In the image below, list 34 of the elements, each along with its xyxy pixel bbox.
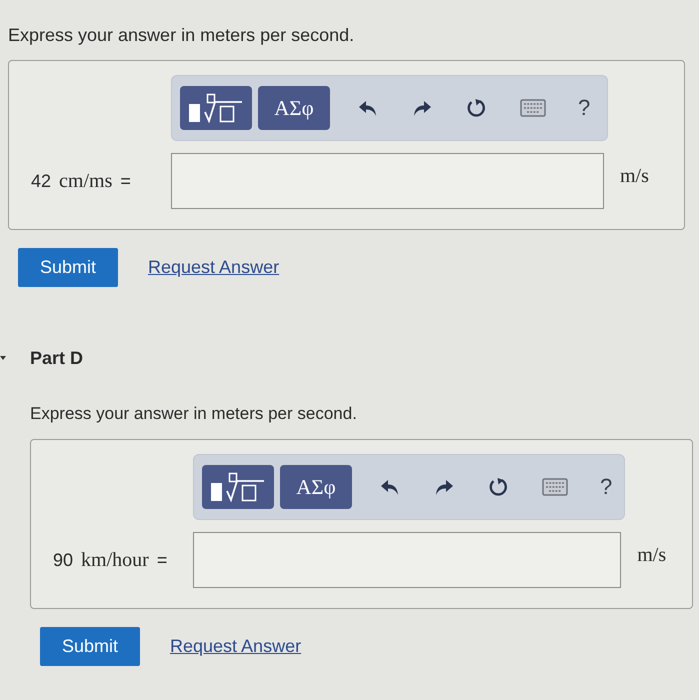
keyboard-icon[interactable] [542,478,568,496]
help-button[interactable]: ? [600,474,612,500]
greek-symbols-button[interactable]: ΑΣφ [280,465,352,509]
given-unit: cm/ms [59,170,112,192]
help-button[interactable]: ? [578,95,590,121]
instruction-text: Express your answer in meters per second. [30,403,358,425]
caret-icon[interactable] [0,355,6,361]
root-template-icon [210,472,266,502]
undo-icon[interactable] [380,477,400,497]
request-answer-link[interactable]: Request Answer [148,257,280,278]
redo-icon[interactable] [434,477,454,497]
given-unit: km/hour [81,548,149,572]
reset-icon[interactable] [466,98,486,118]
greek-symbols-button[interactable]: ΑΣφ [258,86,330,130]
root-template-icon [188,93,244,123]
template-button[interactable] [202,465,274,509]
part-title: Part D [30,347,84,369]
submit-button[interactable]: Submit [18,248,118,287]
request-answer-link[interactable]: Request Answer [170,636,302,657]
answer-field[interactable] [193,532,622,588]
answer-unit: m/s [619,164,650,188]
equals-sign: = [120,170,131,192]
answer-field[interactable] [171,153,604,209]
undo-icon[interactable] [358,98,378,118]
reset-icon[interactable] [488,477,508,497]
given-value: 42 [31,170,52,192]
instruction-text: Express your answer in meters per second. [8,24,356,46]
redo-icon[interactable] [412,98,432,118]
answer-unit: m/s [636,543,668,567]
template-button[interactable] [180,86,252,130]
submit-button[interactable]: Submit [40,627,140,666]
keyboard-icon[interactable] [520,99,546,117]
equals-sign: = [156,550,168,570]
given-value: 90 [53,550,74,570]
